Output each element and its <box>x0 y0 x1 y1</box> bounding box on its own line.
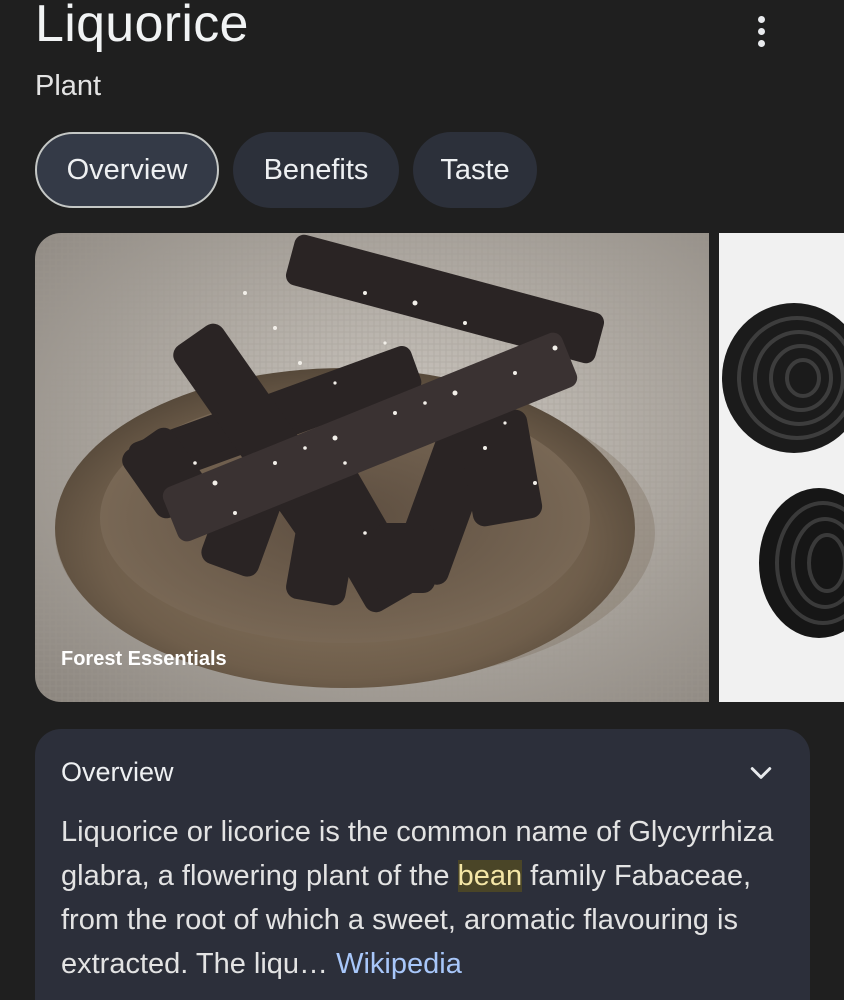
more-vert-icon-dot <box>757 39 765 47</box>
tab-benefits[interactable]: Benefits <box>233 132 399 208</box>
overview-expand-toggle[interactable]: Overview <box>61 757 784 788</box>
liquorice-wheels-photo <box>719 233 844 702</box>
overview-heading: Overview <box>61 757 174 787</box>
more-vert-icon-dot <box>757 27 765 35</box>
gallery-image-liquorice-wheels[interactable] <box>719 233 844 702</box>
gallery-image-liquorice-sticks[interactable]: Forest Essentials <box>35 233 709 702</box>
overview-description: Liquorice or licorice is the common name… <box>61 810 801 986</box>
knowledge-panel: Liquorice Plant Overview Benefits Taste <box>0 0 844 1000</box>
liquorice-sticks-photo: Forest Essentials <box>35 233 709 702</box>
tab-overview[interactable]: Overview <box>35 132 219 208</box>
image-gallery: Forest Essentials <box>35 233 844 702</box>
more-vert-icon <box>757 15 765 23</box>
tab-bar: Overview Benefits Taste <box>35 132 537 208</box>
highlighted-term: bean <box>457 860 523 892</box>
tab-taste[interactable]: Taste <box>413 132 537 208</box>
page-title: Liquorice <box>35 0 249 53</box>
wikipedia-link[interactable]: Wikipedia <box>336 948 462 980</box>
overview-card: Overview Liquorice or licorice is the co… <box>35 729 810 1000</box>
image-source-label: Forest Essentials <box>61 648 227 670</box>
chevron-down-icon <box>750 766 772 779</box>
entity-type: Plant <box>35 70 102 102</box>
more-options-button[interactable] <box>738 8 784 54</box>
